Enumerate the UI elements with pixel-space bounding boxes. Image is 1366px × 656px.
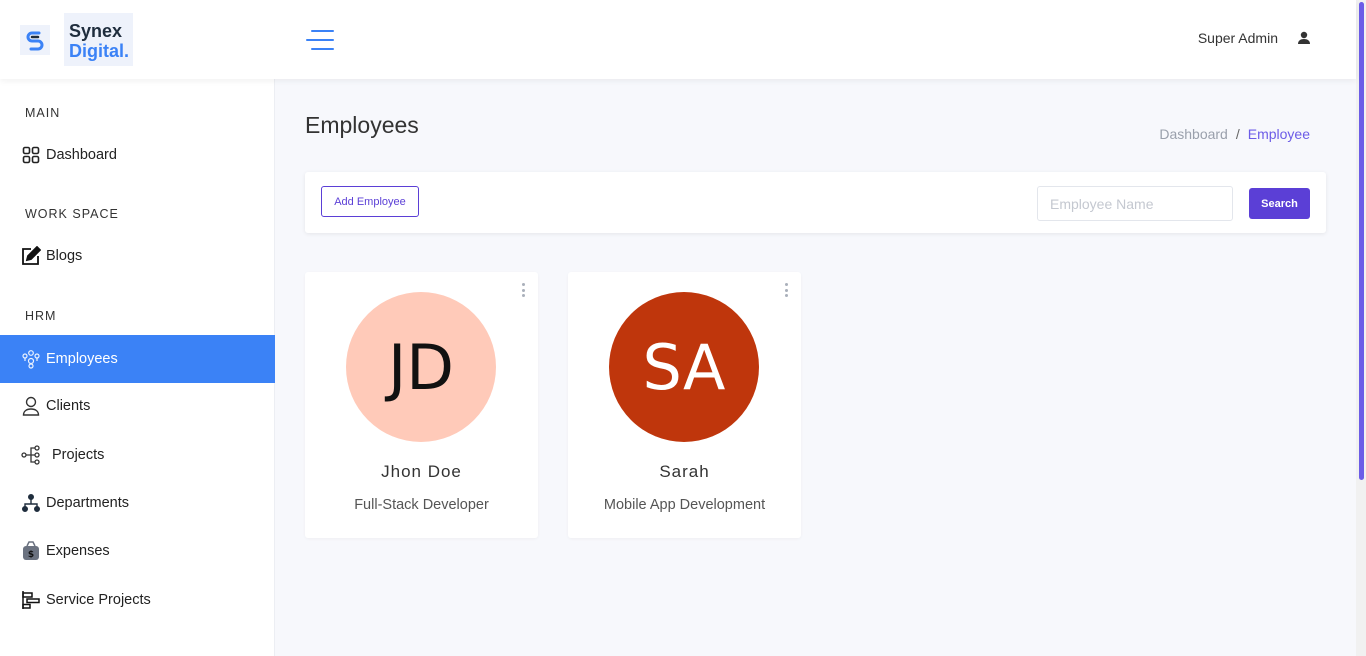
money-bag-icon: $ <box>21 541 41 561</box>
employee-toolbar: Add Employee Search <box>305 172 1326 233</box>
sidebar-item-label: Expenses <box>46 543 110 559</box>
employee-avatar[interactable]: SA <box>609 292 759 442</box>
sidebar-item-label: Service Projects <box>46 592 151 608</box>
user-name: Super Admin <box>1197 30 1278 46</box>
brand-name-line1: Synex <box>69 21 123 41</box>
user-avatar-icon[interactable] <box>1296 30 1312 46</box>
user-icon <box>21 396 41 416</box>
sidebar-item-expenses[interactable]: $ Expenses <box>0 527 275 575</box>
user-menu[interactable]: Super Admin <box>1198 30 1312 46</box>
sidebar-item-employees[interactable]: Employees <box>0 335 275 383</box>
employee-card: SA Sarah Mobile App Development <box>568 272 801 538</box>
project-tree-icon <box>21 445 41 465</box>
breadcrumb: Dashboard / Employee <box>1159 126 1310 142</box>
svg-text:$: $ <box>28 550 34 560</box>
page-title: Employees <box>305 112 419 138</box>
sidebar-item-label: Projects <box>52 447 105 463</box>
brand-logo[interactable]: Synex Digital. <box>20 13 134 66</box>
sidebar-item-label: Clients <box>46 398 91 414</box>
sidebar-item-service-projects[interactable]: Service Projects <box>0 576 275 624</box>
scrollbar-thumb[interactable] <box>1359 2 1364 480</box>
employee-name[interactable]: Sarah <box>568 462 801 482</box>
sidebar-item-clients[interactable]: Clients <box>0 382 275 430</box>
sidebar-item-label: Blogs <box>46 248 83 264</box>
menu-toggle-icon[interactable] <box>306 28 334 52</box>
sidebar-section-workspace: WORK SPACE <box>25 207 119 221</box>
employee-card: JD Jhon Doe Full-Stack Developer <box>305 272 538 538</box>
more-options-icon[interactable] <box>783 283 789 297</box>
sidebar: MAIN Dashboard WORK SPACE Blogs HRM Empl… <box>0 79 275 656</box>
more-options-icon[interactable] <box>520 283 526 297</box>
brand-mark-icon <box>20 24 50 55</box>
page-scrollbar[interactable] <box>1356 0 1366 656</box>
edit-note-icon <box>21 246 41 266</box>
brand-name-line2: Digital. <box>69 41 130 61</box>
sidebar-item-projects[interactable]: Projects <box>0 431 275 479</box>
employee-name[interactable]: Jhon Doe <box>305 462 538 482</box>
employees-icon <box>21 349 41 369</box>
employee-search-input[interactable] <box>1037 186 1233 221</box>
sidebar-item-label: Employees <box>46 351 118 367</box>
sidebar-section-hrm: HRM <box>25 309 57 323</box>
dashboard-grid-icon <box>21 145 41 165</box>
sidebar-item-label: Departments <box>46 495 130 511</box>
breadcrumb-current: Employee <box>1247 126 1310 142</box>
search-button[interactable]: Search <box>1249 188 1310 219</box>
gantt-icon <box>21 590 41 610</box>
org-chart-icon <box>21 493 41 513</box>
top-header: Synex Digital. Super Admin <box>0 0 1356 79</box>
breadcrumb-dashboard-link[interactable]: Dashboard <box>1159 126 1228 142</box>
sidebar-item-departments[interactable]: Departments <box>0 479 275 527</box>
sidebar-item-dashboard[interactable]: Dashboard <box>0 131 275 179</box>
sidebar-item-label: Dashboard <box>46 147 117 163</box>
sidebar-section-main: MAIN <box>25 106 61 120</box>
employee-role: Full-Stack Developer <box>354 497 489 513</box>
breadcrumb-separator: / <box>1235 126 1240 142</box>
employee-avatar[interactable]: JD <box>346 292 496 442</box>
sidebar-item-blogs[interactable]: Blogs <box>0 232 275 280</box>
add-employee-button[interactable]: Add Employee <box>321 186 419 217</box>
brand-name: Synex Digital. <box>64 13 134 66</box>
employee-role: Mobile App Development <box>603 497 766 513</box>
